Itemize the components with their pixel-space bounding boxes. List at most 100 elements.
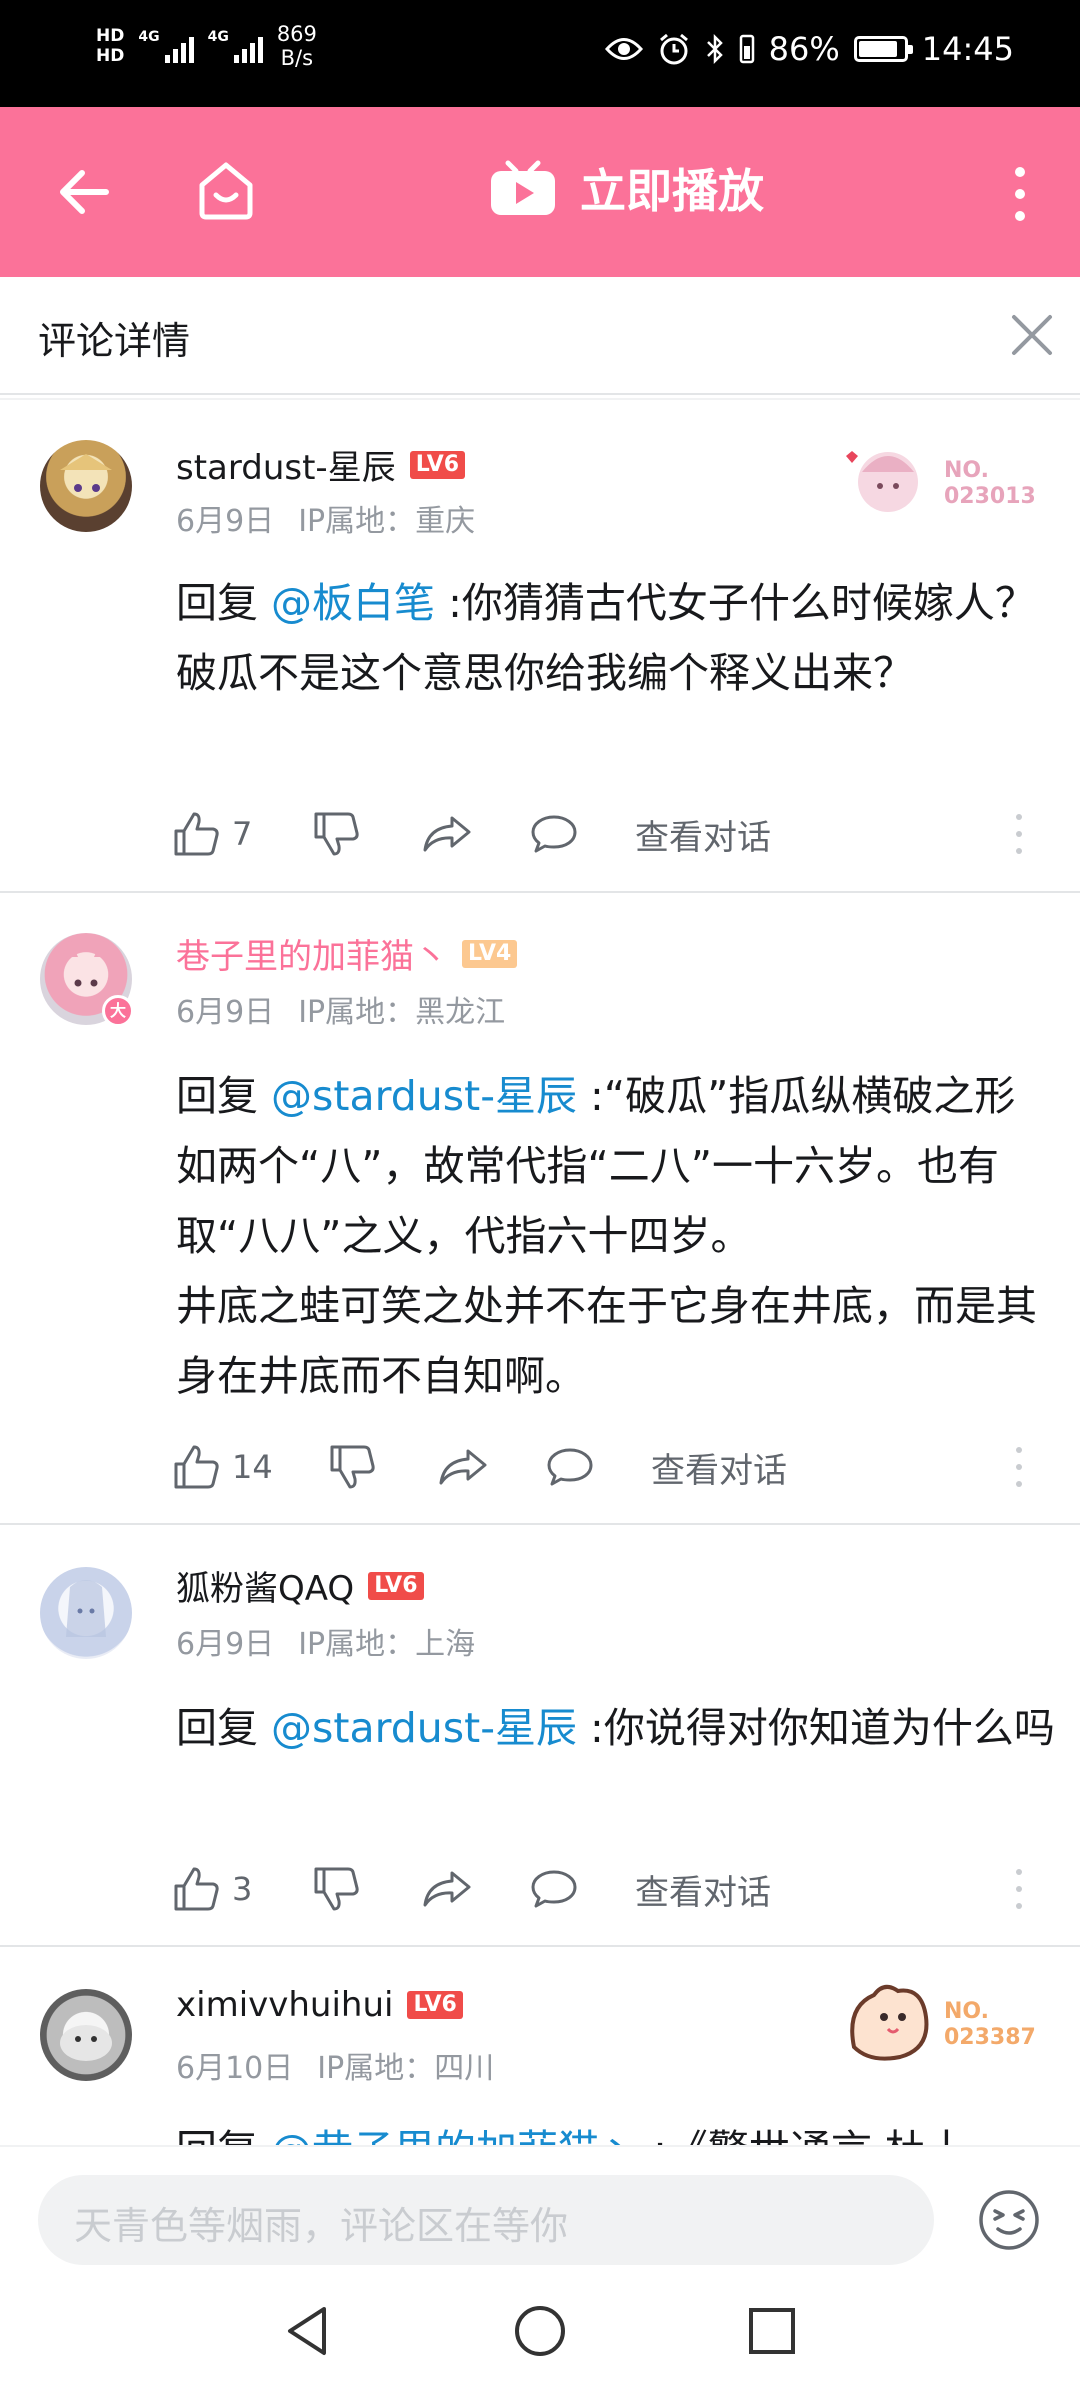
- comment-text: 回复 @stardust-星辰 :“破瓜”指瓜纵横破之形如两个“八”，故常代指“…: [176, 1072, 1037, 1400]
- ip-location: IP属地：重庆: [298, 504, 476, 539]
- comment-more-icon[interactable]: [1014, 1447, 1024, 1487]
- ip-location: IP属地：四川: [317, 2051, 495, 2086]
- share-icon: [423, 1871, 471, 1907]
- username[interactable]: stardust-星辰 LV6: [176, 440, 466, 489]
- nav-recents-icon[interactable]: [744, 2303, 800, 2359]
- signal-2-icon: 4G: [208, 29, 263, 63]
- hd1-label: HD: [96, 26, 125, 46]
- tv-play-icon: [491, 160, 555, 215]
- eye-icon: [604, 38, 643, 60]
- comment-more-icon[interactable]: [1014, 814, 1024, 854]
- thumbs-up-icon: [174, 1445, 219, 1489]
- badge-number: 023387: [944, 2025, 1036, 2050]
- page-title: 评论详情: [38, 319, 191, 363]
- avatar[interactable]: [40, 1567, 132, 1659]
- dislike-button[interactable]: [328, 1444, 438, 1490]
- play-now-button[interactable]: 立即播放: [488, 155, 764, 221]
- comment-date: 6月9日: [176, 504, 275, 539]
- level-badge: LV6: [407, 1991, 463, 2019]
- battery-icon: [853, 36, 913, 62]
- view-conversation-link[interactable]: 查看对话: [635, 810, 771, 859]
- level-badge: LV6: [368, 1571, 424, 1600]
- like-button[interactable]: 7: [172, 811, 312, 857]
- comment-actions: 14 查看对话: [172, 1437, 787, 1497]
- comment-meta: 6月9日 IP属地：上海: [176, 1619, 475, 1663]
- mention-link[interactable]: @stardust-星辰: [271, 1704, 577, 1752]
- comment-item: stardust-星辰 LV6 6月9日 IP属地：重庆 NO. 023013 …: [0, 400, 1080, 893]
- share-button[interactable]: [422, 1869, 530, 1909]
- thumbs-down-icon: [314, 1867, 359, 1911]
- mention-link[interactable]: @板白笔: [271, 579, 435, 627]
- back-arrow-icon[interactable]: [56, 167, 112, 217]
- comment-actions: 3 查看对话: [172, 1859, 771, 1919]
- emoji-icon[interactable]: [978, 2189, 1040, 2251]
- dislike-button[interactable]: [312, 811, 422, 857]
- comment-text: 回复 @stardust-星辰 :你说得对你知道为什么吗: [176, 1704, 1055, 1752]
- hd2-label: HD: [96, 46, 125, 66]
- comment-detail-header: 评论详情: [0, 277, 1080, 395]
- mention-link[interactable]: @巷子里的加菲猫丶: [271, 2126, 640, 2145]
- close-icon[interactable]: [1008, 311, 1056, 359]
- username[interactable]: ximivvhuihui LV6: [176, 1985, 463, 2025]
- network-speed: 869 B/s: [276, 22, 317, 70]
- mention-link[interactable]: @stardust-星辰: [271, 1072, 577, 1120]
- thumbs-down-icon: [314, 812, 359, 856]
- avatar[interactable]: 大: [40, 933, 134, 1027]
- comment-text: 回复 @巷子里的加菲猫丶 :《警世通言·杜十: [176, 2115, 1056, 2145]
- comment-item: ximivvhuihui LV6 6月10日 IP属地：四川 NO. 02338…: [0, 1947, 1080, 2145]
- comment-item: 大 巷子里的加菲猫丶 LV4 6月9日 IP属地：黑龙江 回复 @stardus…: [0, 893, 1080, 1525]
- comment-input[interactable]: 天青色等烟雨，评论区在等你: [38, 2175, 934, 2265]
- hd-indicators: HD HD: [96, 26, 124, 66]
- comment-actions: 7 查看对话: [172, 804, 771, 864]
- view-conversation-link[interactable]: 查看对话: [651, 1443, 787, 1492]
- comment-bubble-icon: [547, 1448, 593, 1486]
- thumbs-up-icon: [174, 1867, 219, 1911]
- system-navigation-bar: [0, 2265, 1080, 2400]
- comment-meta: 6月10日 IP属地：四川: [176, 2043, 494, 2087]
- alarm-icon: [659, 33, 688, 65]
- badge-number: 023013: [944, 484, 1036, 509]
- comment-text: 回复 @板白笔 :你猜猜古代女子什么时候嫁人？破瓜不是这个意思你给我编个释义出来…: [176, 579, 1036, 697]
- app-bar: 立即播放: [0, 107, 1080, 277]
- status-bar: HD HD 4G 4G 869 B/s 86% 14:45: [0, 0, 1080, 107]
- dislike-button[interactable]: [312, 1866, 422, 1912]
- vibrate-icon: [739, 34, 754, 64]
- comment-date: 6月10日: [176, 2051, 294, 2086]
- share-button[interactable]: [438, 1447, 546, 1487]
- like-count: 7: [232, 815, 253, 853]
- ip-location: IP属地：上海: [298, 1627, 476, 1662]
- nav-home-icon[interactable]: [512, 2303, 568, 2359]
- play-now-label: 立即播放: [580, 164, 764, 218]
- fan-badge: NO. 023013: [840, 436, 1040, 526]
- reply-button[interactable]: [546, 1447, 651, 1487]
- share-icon: [439, 1449, 487, 1485]
- comment-bubble-icon: [531, 1870, 577, 1908]
- like-button[interactable]: 3: [172, 1866, 312, 1912]
- like-count: 3: [232, 1870, 253, 1908]
- nav-back-icon[interactable]: [280, 2303, 336, 2359]
- comment-more-icon[interactable]: [1014, 1869, 1024, 1909]
- comment-item: 狐粉酱QAQ LV6 6月9日 IP属地：上海 回复 @stardust-星辰 …: [0, 1525, 1080, 1947]
- badge-no-label: NO.: [944, 458, 989, 483]
- more-vertical-icon[interactable]: [1014, 167, 1026, 221]
- share-button[interactable]: [422, 814, 530, 854]
- username[interactable]: 巷子里的加菲猫丶 LV4: [176, 929, 518, 978]
- avatar[interactable]: [40, 1989, 132, 2081]
- like-button[interactable]: 14: [172, 1444, 328, 1490]
- ip-location: IP属地：黑龙江: [298, 995, 506, 1030]
- reply-button[interactable]: [530, 814, 635, 854]
- signal-1-icon: 4G: [138, 29, 194, 63]
- bluetooth-icon: [706, 33, 723, 65]
- home-icon[interactable]: [196, 159, 256, 221]
- avatar[interactable]: [40, 440, 132, 532]
- comment-meta: 6月9日 IP属地：黑龙江: [176, 987, 505, 1031]
- reply-button[interactable]: [530, 1869, 635, 1909]
- view-conversation-link[interactable]: 查看对话: [635, 1865, 771, 1914]
- thumbs-down-icon: [330, 1445, 375, 1489]
- comment-bubble-icon: [531, 815, 577, 853]
- comment-date: 6月9日: [176, 1627, 275, 1662]
- battery-percent: 86%: [768, 30, 840, 68]
- level-badge: LV4: [462, 939, 518, 968]
- username[interactable]: 狐粉酱QAQ LV6: [176, 1561, 424, 1610]
- level-badge: LV6: [409, 450, 466, 479]
